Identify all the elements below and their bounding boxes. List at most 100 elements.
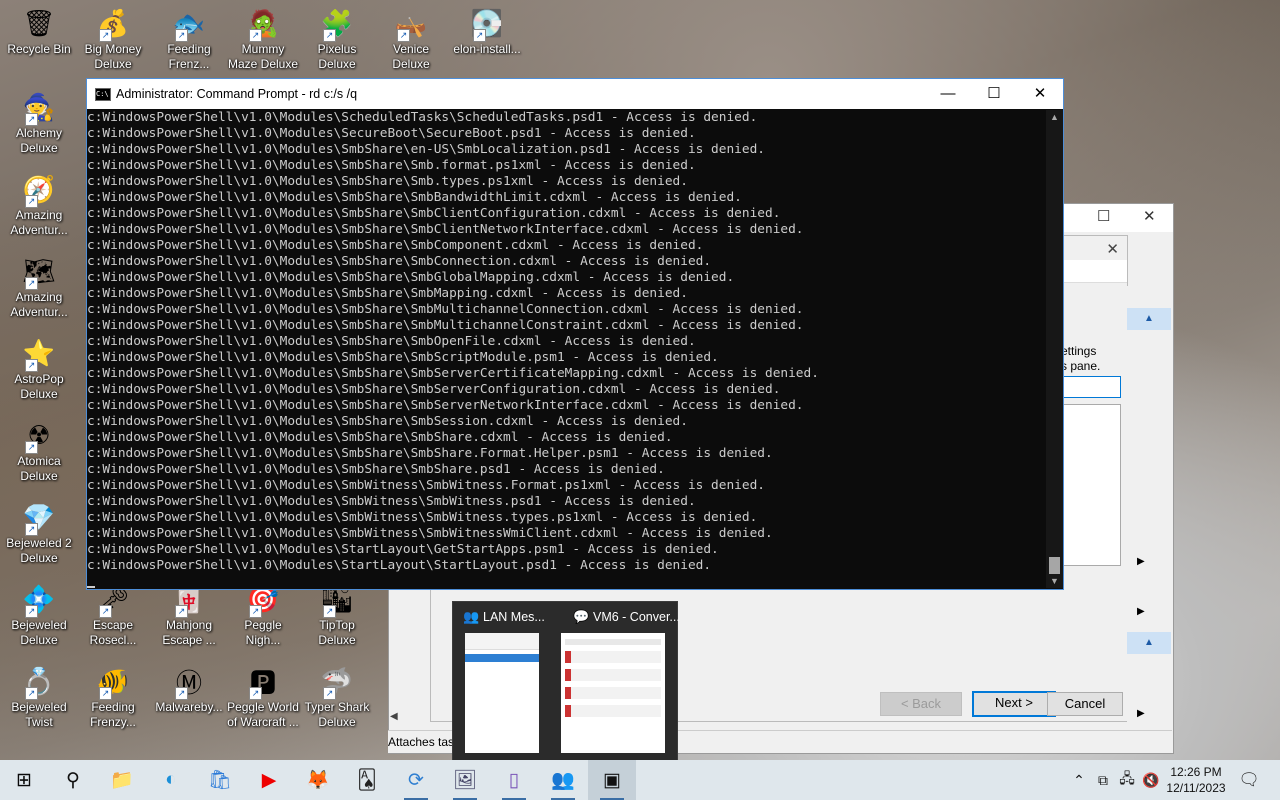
desktop-icon[interactable]: 🐠FeedingFrenzy... — [74, 664, 152, 730]
desktop-icon[interactable]: 🧩PixelusDeluxe — [298, 6, 376, 72]
app-icon: 💎 — [21, 500, 57, 536]
image-viewer-icon[interactable]: 🖼 — [441, 760, 489, 800]
desktop-icon[interactable]: 💰Big MoneyDeluxe — [74, 6, 152, 72]
desktop-icon[interactable]: 🗺AmazingAdventur... — [0, 254, 78, 320]
desktop-icon-label: Peggle World of Warcraft ... — [227, 700, 299, 729]
collapse-up-icon[interactable]: ▲ — [1127, 308, 1171, 330]
file-explorer-icon[interactable]: 📁 — [98, 760, 146, 800]
desktop-icon[interactable]: 🐟FeedingFrenz... — [150, 6, 228, 72]
preview-lan-messenger[interactable]: 👥 LAN Mes... — [453, 602, 565, 760]
expand-right-icon[interactable]: ▶ — [1137, 606, 1145, 617]
command-prompt-icon[interactable]: ▣ — [588, 760, 636, 800]
desktop-icon[interactable]: 🦈Typer SharkDeluxe — [298, 664, 376, 730]
app-icon: 💠 — [21, 582, 57, 618]
app-icon: 🛶 — [393, 6, 429, 42]
settings-text: ettings — [1061, 344, 1097, 358]
desktop-icon[interactable]: 🀄MahjongEscape ... — [150, 582, 228, 648]
lan-messenger-icon[interactable]: 👥 — [539, 760, 587, 800]
desktop-icon-label: Typer Shark Deluxe — [304, 700, 370, 729]
preview-vm6-conversation[interactable]: 💬 VM6 - Conver... — [561, 602, 680, 760]
cmd-app-icon: C:\ — [95, 88, 111, 101]
expand-right-icon[interactable]: ▶ — [1137, 556, 1145, 567]
device-icon[interactable]: ▯ — [490, 760, 538, 800]
desktop-icon-label: Atomica Deluxe — [17, 454, 61, 483]
desktop-icon[interactable]: 🛶VeniceDeluxe — [372, 6, 450, 72]
desktop-icon-label: Mummy Maze Deluxe — [227, 42, 299, 71]
app-icon: 🧭 — [21, 172, 57, 208]
expand-right-icon[interactable]: ▶ — [1137, 708, 1145, 719]
scroll-up-icon[interactable]: ▲ — [1050, 112, 1059, 122]
edge-icon[interactable]: ◐ — [147, 760, 195, 800]
wizard-list[interactable] — [1061, 404, 1121, 566]
store-icon[interactable]: 🛍 — [196, 760, 244, 800]
next-button[interactable]: Next > — [972, 691, 1056, 717]
solitaire-icon[interactable]: 🂡 — [343, 760, 391, 800]
desktop-icon-label: Escape Rosecl... — [89, 618, 137, 647]
wizard-input[interactable] — [1061, 376, 1121, 398]
close-icon[interactable]: ✕ — [1143, 207, 1156, 225]
clock[interactable]: 12:26 PM 12/11/2023 — [1160, 764, 1232, 796]
app-icon: 🗑 — [22, 7, 56, 38]
desktop-icon[interactable]: 💠BejeweledDeluxe — [0, 582, 78, 648]
scroll-left-icon[interactable]: ◀ — [390, 711, 398, 722]
desktop-icon[interactable]: 💽elon-install... — [448, 6, 526, 57]
desktop-icon[interactable]: 💎Bejeweled 2Deluxe — [0, 500, 78, 566]
app-icon: 🗺 — [21, 254, 57, 290]
youtube-icon[interactable]: ▶ — [245, 760, 293, 800]
close-icon[interactable]: ✕ — [1106, 240, 1119, 258]
show-hidden-icons-chevron-icon[interactable]: ⌃ — [1068, 760, 1090, 800]
cancel-button[interactable]: Cancel — [1047, 692, 1123, 716]
notification-center-icon[interactable]: 🗨 — [1236, 760, 1262, 800]
desktop-icon[interactable]: ☢AtomicaDeluxe — [0, 418, 78, 484]
console-line: c:WindowsPowerShell\v1.0\Modules\SmbWitn… — [87, 510, 758, 525]
cmd-titlebar[interactable]: C:\ Administrator: Command Prompt - rd c… — [87, 79, 1063, 109]
app-icon: 🐠 — [95, 664, 131, 700]
network-icon[interactable]: 🖧 — [1116, 760, 1138, 800]
back-button[interactable]: < Back — [880, 692, 962, 716]
preview-image — [561, 633, 665, 753]
desktop-icon-label: Big Money Deluxe — [84, 42, 142, 71]
desktop-icon[interactable]: 💍BejeweledTwist — [0, 664, 78, 730]
preview-title: LAN Mes... — [483, 610, 545, 624]
scroll-down-icon[interactable]: ▼ — [1050, 576, 1059, 586]
device-tray-icon[interactable]: ⧉ — [1092, 760, 1114, 800]
app-icon: 🧩 — [319, 6, 355, 42]
console-line: c:WindowsPowerShell\v1.0\Modules\SmbWitn… — [87, 494, 696, 509]
desktop-icon[interactable]: 🅿Peggle Worldof Warcraft ... — [224, 664, 302, 730]
desktop-icon[interactable]: ⓂMalwareby... — [150, 664, 228, 715]
console-line: c:WindowsPowerShell\v1.0\Modules\SmbShar… — [87, 190, 742, 205]
maximize-button[interactable]: ☐ — [971, 79, 1017, 109]
desktop-icon[interactable]: 🏙TipTopDeluxe — [298, 582, 376, 648]
console-line: c:WindowsPowerShell\v1.0\Modules\SmbShar… — [87, 382, 781, 397]
clock-date: 12/11/2023 — [1166, 781, 1226, 795]
desktop-icon[interactable]: 🧙AlchemyDeluxe — [0, 90, 78, 156]
collapse-up-icon[interactable]: ▲ — [1127, 632, 1171, 654]
console-line: c:WindowsPowerShell\v1.0\Modules\SmbShar… — [87, 158, 696, 173]
firefox-icon[interactable]: 🦊 — [294, 760, 342, 800]
console-line: c:WindowsPowerShell\v1.0\Modules\SmbShar… — [87, 446, 773, 461]
volume-muted-icon[interactable]: 🔇 — [1140, 760, 1162, 800]
desktop-icon-label: Recycle Bin — [7, 42, 71, 56]
console-line: c:WindowsPowerShell\v1.0\Modules\SecureB… — [87, 126, 696, 141]
maximize-icon[interactable]: ☐ — [1097, 207, 1110, 225]
console-scrollbar[interactable]: ▲ ▼ — [1046, 110, 1063, 588]
desktop-icon[interactable]: 🧟MummyMaze Deluxe — [224, 6, 302, 72]
conversation-icon: 💬 — [573, 609, 590, 624]
desktop-icon[interactable]: 🗑 Recycle Bin — [0, 6, 78, 57]
close-button[interactable]: ✕ — [1017, 79, 1063, 109]
taskbar: ⌃ ⧉ 🖧 🔇 12:26 PM 12/11/2023 🗨 ⊞ ⚲ 📁 ◐ 🛍 ▶ 🦊 🂡 ⟳ 🖼… — [0, 760, 1280, 800]
search-icon[interactable]: ⚲ — [49, 760, 97, 800]
console-line: c:WindowsPowerShell\v1.0\Modules\Schedul… — [87, 110, 758, 125]
desktop-icon[interactable]: 🗝EscapeRosecl... — [74, 582, 152, 648]
command-prompt-window[interactable]: C:\ Administrator: Command Prompt - rd c… — [86, 78, 1064, 590]
desktop-icon-label: Feeding Frenzy... — [90, 700, 136, 729]
desktop-icon[interactable]: 🎯PeggleNigh... — [224, 582, 302, 648]
desktop-icon[interactable]: 🧭AmazingAdventur... — [0, 172, 78, 238]
taskbar-thumbnail-preview: 👥 LAN Mes... 💬 VM6 - Conver... — [452, 601, 680, 761]
desktop-icon[interactable]: ⭐AstroPopDeluxe — [0, 336, 78, 402]
console-output[interactable]: c:WindowsPowerShell\v1.0\Modules\Schedul… — [87, 110, 1045, 588]
minimize-button[interactable]: — — [925, 79, 971, 109]
start-button[interactable]: ⊞ — [0, 760, 48, 800]
scrollbar-thumb[interactable] — [1049, 557, 1060, 574]
vm-tool-icon[interactable]: ⟳ — [392, 760, 440, 800]
